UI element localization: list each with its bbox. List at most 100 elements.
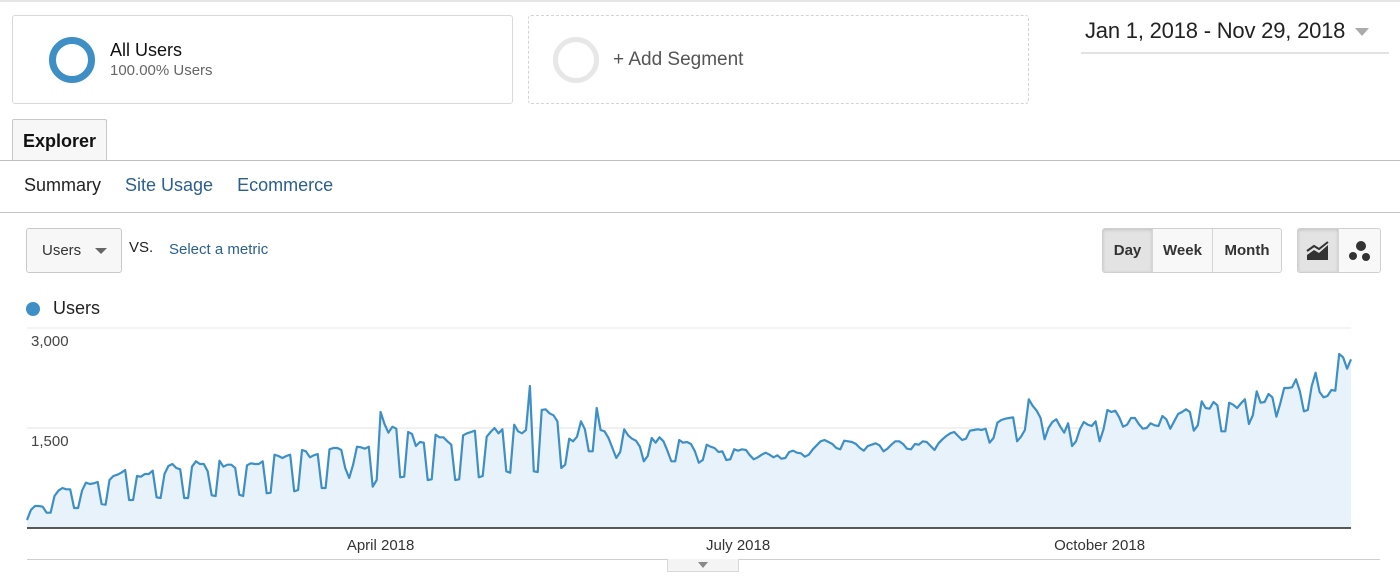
data-point[interactable] [315, 451, 321, 457]
motion-chart-button[interactable] [1339, 229, 1380, 272]
data-point[interactable] [987, 440, 993, 446]
data-point[interactable] [562, 462, 568, 468]
period-day-button[interactable]: Day [1103, 229, 1153, 272]
data-point[interactable] [1222, 428, 1228, 434]
data-point[interactable] [1344, 366, 1350, 372]
data-point[interactable] [1112, 408, 1118, 414]
data-point[interactable] [1156, 423, 1162, 429]
period-month-button[interactable]: Month [1213, 229, 1281, 272]
data-point[interactable] [1195, 422, 1201, 428]
data-point[interactable] [727, 456, 733, 462]
data-point[interactable] [1010, 414, 1016, 420]
data-point[interactable] [177, 466, 183, 472]
data-point[interactable] [837, 446, 843, 452]
data-point[interactable] [1065, 420, 1071, 426]
data-point[interactable] [162, 471, 168, 477]
data-point[interactable] [1018, 434, 1024, 440]
data-point[interactable] [645, 453, 651, 459]
data-point[interactable] [1046, 425, 1052, 431]
data-point[interactable] [1053, 416, 1059, 422]
data-point[interactable] [1038, 415, 1044, 421]
data-point[interactable] [932, 447, 938, 453]
data-point[interactable] [189, 464, 195, 470]
data-point[interactable] [578, 418, 584, 424]
data-point[interactable] [1163, 416, 1169, 422]
data-point[interactable] [991, 435, 997, 441]
data-point[interactable] [661, 438, 667, 444]
data-point[interactable] [1026, 396, 1032, 402]
data-point[interactable] [1250, 412, 1256, 418]
data-point[interactable] [1340, 354, 1346, 360]
data-point[interactable] [908, 446, 914, 452]
date-range-picker[interactable]: Jan 1, 2018 - Nov 29, 2018 [1081, 18, 1389, 54]
data-point[interactable] [130, 497, 136, 503]
data-point[interactable] [582, 426, 588, 432]
subnav-ecommerce[interactable]: Ecommerce [237, 175, 333, 196]
data-point[interactable] [260, 458, 266, 464]
data-point[interactable] [217, 458, 223, 464]
data-point[interactable] [95, 479, 101, 485]
data-point[interactable] [401, 474, 407, 480]
data-point[interactable] [1309, 383, 1315, 389]
data-point[interactable] [158, 495, 164, 501]
metric-select[interactable]: Users [26, 228, 122, 273]
data-point[interactable] [346, 475, 352, 481]
data-point[interactable] [484, 434, 490, 440]
data-point[interactable] [511, 422, 517, 428]
data-point[interactable] [688, 441, 694, 447]
data-point[interactable] [1132, 415, 1138, 421]
data-point[interactable] [1317, 389, 1323, 395]
data-point[interactable] [692, 448, 698, 454]
data-point[interactable] [456, 476, 462, 482]
data-point[interactable] [535, 469, 541, 475]
data-point[interactable] [1297, 388, 1303, 394]
data-point[interactable] [617, 449, 623, 455]
data-point[interactable] [1144, 425, 1150, 431]
data-point[interactable] [621, 426, 627, 432]
tab-explorer[interactable]: Explorer [12, 119, 107, 161]
data-point[interactable] [570, 438, 576, 444]
data-point[interactable] [1332, 388, 1338, 394]
data-point[interactable] [448, 442, 454, 448]
data-point[interactable] [1269, 394, 1275, 400]
data-point[interactable] [492, 425, 498, 431]
data-point[interactable] [613, 455, 619, 461]
data-point[interactable] [342, 465, 348, 471]
data-point[interactable] [1077, 426, 1083, 432]
data-point[interactable] [1057, 424, 1063, 430]
data-point[interactable] [672, 458, 678, 464]
data-point[interactable] [1030, 403, 1036, 409]
data-point[interactable] [48, 510, 54, 516]
data-point[interactable] [1289, 384, 1295, 390]
data-point[interactable] [1293, 376, 1299, 382]
data-point[interactable] [637, 444, 643, 450]
data-point[interactable] [1167, 426, 1173, 432]
data-point[interactable] [1277, 400, 1283, 406]
data-point[interactable] [1073, 438, 1079, 444]
data-point[interactable] [1348, 356, 1354, 362]
data-point[interactable] [1101, 426, 1107, 432]
data-point[interactable] [1097, 438, 1103, 444]
add-segment-button[interactable]: + Add Segment [528, 15, 1029, 104]
data-point[interactable] [1199, 398, 1205, 404]
data-point[interactable] [1042, 436, 1048, 442]
data-point[interactable] [507, 470, 513, 476]
data-point[interactable] [122, 467, 128, 473]
data-point[interactable] [1246, 421, 1252, 427]
data-point[interactable] [150, 468, 156, 474]
data-point[interactable] [75, 505, 81, 511]
data-point[interactable] [201, 461, 207, 467]
data-point[interactable] [1116, 414, 1122, 420]
subnav-summary[interactable]: Summary [24, 175, 101, 196]
data-point[interactable] [205, 468, 211, 474]
data-point[interactable] [287, 452, 293, 458]
data-point[interactable] [338, 447, 344, 453]
data-point[interactable] [700, 457, 706, 463]
data-point[interactable] [551, 412, 557, 418]
data-point[interactable] [900, 441, 906, 447]
data-point[interactable] [429, 476, 435, 482]
data-point[interactable] [1207, 406, 1213, 412]
data-point[interactable] [40, 504, 46, 510]
data-point[interactable] [719, 448, 725, 454]
data-point[interactable] [103, 502, 109, 508]
